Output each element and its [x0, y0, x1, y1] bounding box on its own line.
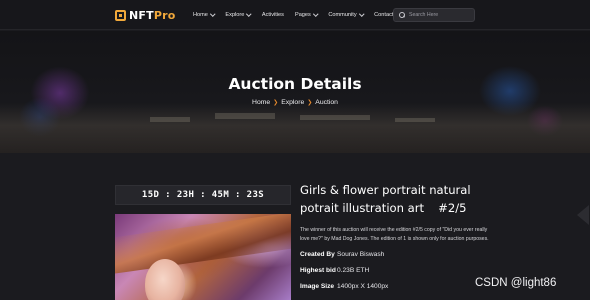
meta-image-size: Image Size 1400px X 1400px — [300, 279, 500, 295]
nav-item-label: Pages — [294, 12, 311, 18]
breadcrumb: Home ❯ Explore ❯ Auction — [0, 99, 590, 106]
nav-item-label: Contact — [374, 12, 394, 18]
nft-description: The winner of this auction will receive … — [300, 227, 489, 242]
chevron-down-icon — [358, 11, 364, 17]
watermark: CSDN @light86 — [475, 277, 557, 289]
nft-title: Girls & flower portrait natural potrait … — [300, 181, 500, 217]
logo-mark-icon — [115, 9, 126, 21]
chevron-down-icon — [246, 11, 252, 17]
logo-suffix: Pro — [153, 8, 176, 22]
chevron-right-icon: ❯ — [273, 100, 279, 106]
meta-created-by: Created By Sourav Biswash — [300, 247, 500, 263]
breadcrumb-home[interactable]: Home — [252, 99, 270, 106]
site-logo[interactable]: NFTPro — [115, 8, 175, 22]
breadcrumb-explore[interactable]: Explore — [281, 99, 304, 106]
meta-label: Image Size — [300, 283, 335, 290]
auction-countdown: 15D : 23H : 45M : 23S — [115, 185, 291, 205]
nav-item-community[interactable]: Community — [328, 11, 364, 18]
breadcrumb-current: Auction — [315, 99, 338, 106]
nav-item-label: Explore — [225, 12, 245, 18]
meta-value: 1400px X 1400px — [337, 283, 389, 290]
nav-item-pages[interactable]: Pages — [294, 11, 319, 18]
meta-label: Highest bid — [300, 267, 336, 274]
main-nav: Home Explore Activities Pages Community … — [193, 0, 404, 30]
chevron-down-icon — [210, 11, 216, 17]
nft-edition: #2/5 — [438, 201, 467, 215]
search-icon[interactable] — [399, 12, 405, 18]
meta-value: Sourav Biswash — [337, 251, 385, 258]
nav-item-home[interactable]: Home — [193, 11, 216, 18]
nav-item-label: Home — [193, 12, 208, 18]
auction-details: Girls & flower portrait natural potrait … — [300, 181, 500, 295]
site-header: NFTPro Home Explore Activities Pages Com… — [0, 0, 590, 30]
nav-item-label: Community — [328, 12, 357, 18]
nft-meta-list: Created By Sourav Biswash Highest bid 0.… — [300, 247, 500, 295]
search-box[interactable] — [393, 8, 475, 22]
banner-background-image — [0, 103, 590, 153]
chevron-down-icon — [313, 11, 319, 17]
page-banner: Auction Details Home ❯ Explore ❯ Auction — [0, 31, 590, 153]
carousel-prev-arrow-icon[interactable] — [577, 205, 589, 225]
nav-item-contact[interactable]: Contact — [374, 12, 393, 18]
logo-prefix: NFT — [129, 8, 154, 22]
chevron-right-icon: ❯ — [307, 100, 313, 106]
search-input[interactable] — [409, 12, 471, 18]
nav-item-label: Activities — [261, 12, 284, 18]
nav-item-explore[interactable]: Explore — [225, 11, 252, 18]
nft-artwork-image[interactable] — [115, 214, 291, 300]
meta-label: Created By — [300, 251, 335, 258]
nav-item-activities[interactable]: Activities — [262, 12, 284, 18]
meta-value: 0.23B ETH — [337, 267, 370, 274]
page-title: Auction Details — [228, 75, 362, 93]
meta-highest-bid: Highest bid 0.23B ETH — [300, 263, 500, 279]
